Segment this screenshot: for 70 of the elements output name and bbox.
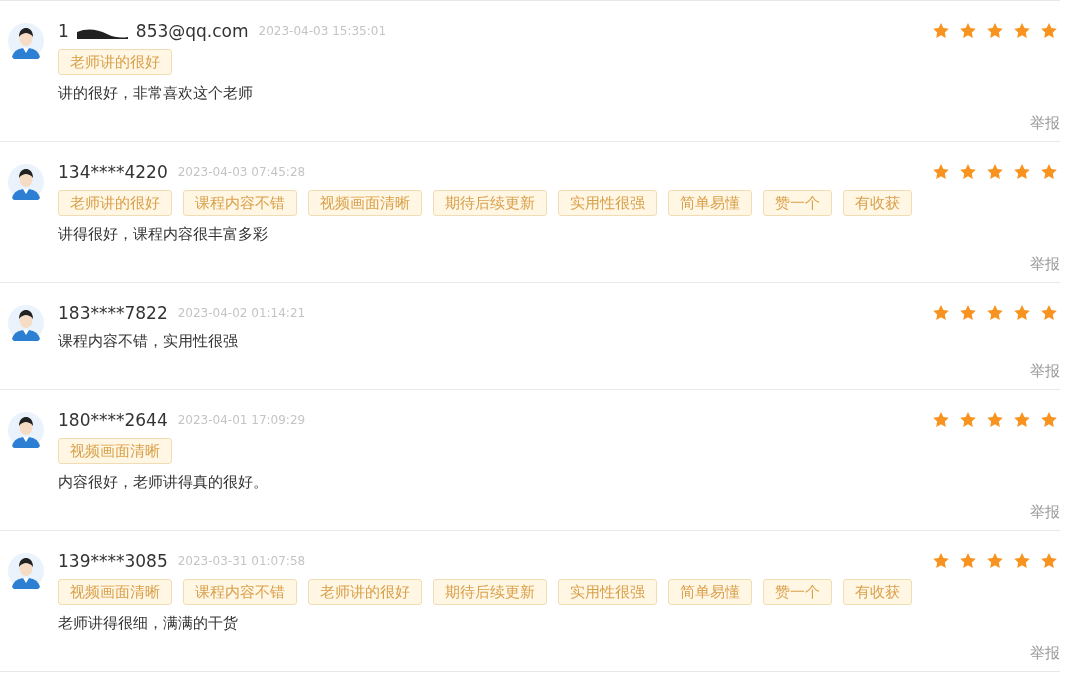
star-icon <box>986 552 1004 570</box>
review-time: 2023-04-02 01:14:21 <box>177 306 306 320</box>
star-icon <box>1013 552 1031 570</box>
avatar-icon <box>8 305 44 341</box>
tag: 有收获 <box>843 190 912 216</box>
report-link[interactable]: 举报 <box>1030 502 1060 522</box>
star-icon <box>959 552 977 570</box>
star-icon <box>959 22 977 40</box>
star-icon <box>1040 304 1058 322</box>
star-icon <box>1013 22 1031 40</box>
review-time: 2023-04-03 15:35:01 <box>258 24 387 38</box>
tag: 赞一个 <box>763 190 832 216</box>
review-comment: 讲的很好，非常喜欢这个老师 <box>58 83 254 104</box>
star-icon <box>932 304 950 322</box>
tag: 老师讲的很好 <box>308 579 422 605</box>
star-icon <box>932 552 950 570</box>
review-time: 2023-03-31 01:07:58 <box>177 554 306 568</box>
avatar-icon <box>8 23 44 59</box>
username: 139****3085 <box>58 551 168 571</box>
report-link[interactable]: 举报 <box>1030 113 1060 133</box>
star-icon <box>959 163 977 181</box>
tag: 实用性很强 <box>558 579 657 605</box>
star-icon <box>986 22 1004 40</box>
star-icon <box>986 304 1004 322</box>
review-time: 2023-04-01 17:09:29 <box>177 413 306 427</box>
star-icon <box>1040 552 1058 570</box>
tag: 简单易懂 <box>668 190 752 216</box>
report-link[interactable]: 举报 <box>1030 643 1060 663</box>
review-comment: 老师讲得很细，满满的干货 <box>58 613 239 634</box>
star-icon <box>932 22 950 40</box>
username: 134****4220 <box>58 162 168 182</box>
username: 853@qq.com <box>135 21 249 41</box>
star-icon <box>986 411 1004 429</box>
review-comment: 课程内容不错，实用性很强 <box>58 331 239 352</box>
report-link[interactable]: 举报 <box>1030 254 1060 274</box>
star-icon <box>932 411 950 429</box>
review-comment: 内容很好，老师讲得真的很好。 <box>58 472 269 493</box>
tag: 老师讲的很好 <box>58 49 172 75</box>
tag: 有收获 <box>843 579 912 605</box>
redaction-mark <box>76 27 128 39</box>
tag: 视频画面清晰 <box>58 438 172 464</box>
star-icon <box>986 163 1004 181</box>
star-icon <box>959 304 977 322</box>
star-icon <box>1040 22 1058 40</box>
avatar-icon <box>8 412 44 448</box>
tag: 赞一个 <box>763 579 832 605</box>
tag: 视频画面清晰 <box>58 579 172 605</box>
tag: 期待后续更新 <box>433 579 547 605</box>
star-icon <box>932 163 950 181</box>
review-comment: 讲得很好，课程内容很丰富多彩 <box>58 224 269 245</box>
tag: 老师讲的很好 <box>58 190 172 216</box>
tag: 课程内容不错 <box>183 579 297 605</box>
tag: 课程内容不错 <box>183 190 297 216</box>
star-icon <box>959 411 977 429</box>
username: 1 <box>58 21 69 41</box>
tag: 视频画面清晰 <box>308 190 422 216</box>
username: 180****2644 <box>58 410 168 430</box>
star-icon <box>1013 163 1031 181</box>
report-link[interactable]: 举报 <box>1030 361 1060 381</box>
avatar-icon <box>8 553 44 589</box>
star-icon <box>1013 304 1031 322</box>
review-time: 2023-04-03 07:45:28 <box>177 165 306 179</box>
tag: 实用性很强 <box>558 190 657 216</box>
tag: 简单易懂 <box>668 579 752 605</box>
star-icon <box>1040 411 1058 429</box>
star-icon <box>1040 163 1058 181</box>
tag: 期待后续更新 <box>433 190 547 216</box>
username: 183****7822 <box>58 303 168 323</box>
avatar-icon <box>8 164 44 200</box>
star-icon <box>1013 411 1031 429</box>
